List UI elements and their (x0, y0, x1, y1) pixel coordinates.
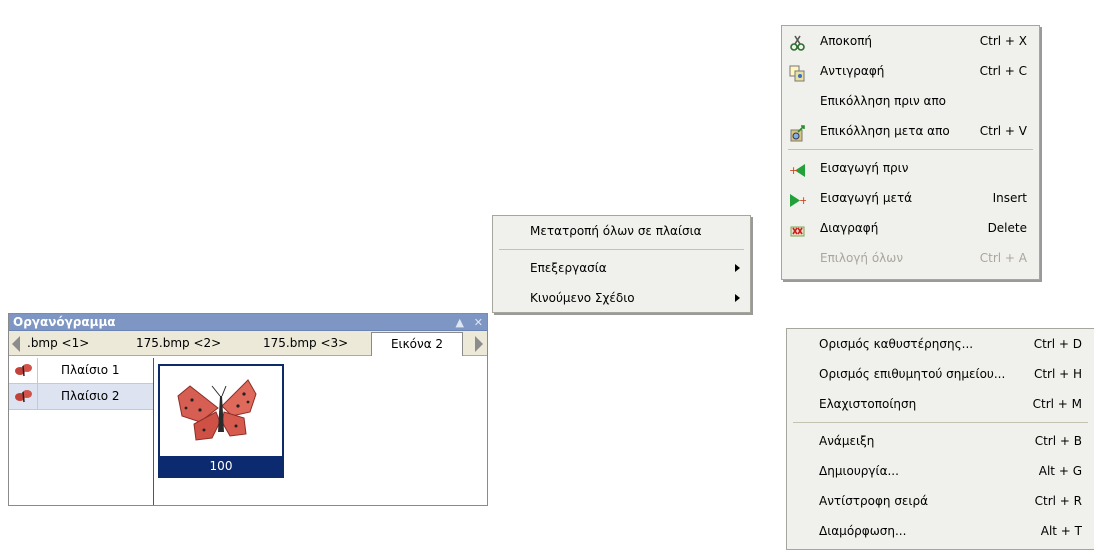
menu-item-blend[interactable]: Ανάμειξη Ctrl + B (787, 426, 1094, 456)
menu-separator (499, 249, 744, 250)
menu-item-label: Επεξεργασία (530, 261, 607, 275)
menu-item-label: Επικόλληση μετα απο (820, 124, 950, 138)
menu-item-select-all[interactable]: Επιλογή όλων Ctrl + A (782, 243, 1039, 273)
edit-context-menu: Αποκοπή Ctrl + X Αντιγραφή Ctrl + C Επικ… (781, 25, 1040, 280)
menu-item-label: Αποκοπή (820, 34, 873, 48)
menu-item-label: Εισαγωγή μετά (820, 191, 913, 205)
menu-item-create[interactable]: Δημιουργία... Alt + G (787, 456, 1094, 486)
menu-item-label: Επικόλληση πριν απο (820, 94, 947, 108)
scissors-icon (789, 33, 806, 51)
menu-item-label: Μετατροπή όλων σε πλαίσια (530, 224, 702, 238)
menu-item-minimize[interactable]: Ελαχιστοποίηση Ctrl + M (787, 389, 1094, 419)
menu-item-shortcut: Delete (987, 221, 1027, 235)
collapse-icon[interactable]: ▲ (455, 316, 463, 329)
menu-item-configure[interactable]: Διαμόρφωση... Alt + T (787, 516, 1094, 546)
frame-tabbar: .bmp <1> 175.bmp <2> 175.bmp <3> Εικόνα … (9, 331, 487, 356)
delete-icon (789, 220, 806, 237)
menu-item-label: Δημιουργία... (819, 464, 899, 478)
paste-after-icon (789, 123, 806, 142)
menu-item-label: Εισαγωγή πριν (820, 161, 909, 175)
insert-before-icon: + (789, 160, 806, 177)
menu-item-label: Κινούμενο Σχέδιο (530, 291, 635, 305)
svg-text:+: + (799, 194, 806, 207)
close-icon[interactable]: ✕ (474, 316, 483, 329)
menu-item-reverse-order[interactable]: Αντίστροφη σειρά Ctrl + R (787, 486, 1094, 516)
panel-title: Οργανόγραμμα (13, 315, 116, 329)
scroll-right-icon[interactable] (475, 336, 483, 352)
frame-preview[interactable]: 100 (158, 364, 284, 478)
frames-list: Πλαίσιο 1 Πλαίσιο 2 (9, 358, 154, 505)
menu-item-shortcut: Alt + G (1038, 464, 1082, 478)
menu-item-shortcut: Alt + T (1040, 524, 1082, 538)
insert-after-icon: + (789, 190, 808, 207)
menu-item-label: Επιλογή όλων (820, 251, 904, 265)
menu-item-shortcut: Ctrl + A (979, 251, 1027, 265)
frame-row-1[interactable]: Πλαίσιο 1 (9, 358, 153, 384)
submenu-arrow-icon (735, 264, 740, 272)
menu-item-shortcut: Insert (992, 191, 1027, 205)
menu-item-paste-before[interactable]: Επικόλληση πριν απο (782, 86, 1039, 116)
menu-item-cut[interactable]: Αποκοπή Ctrl + X (782, 26, 1039, 56)
menu-item-delete[interactable]: Διαγραφή Delete (782, 213, 1039, 243)
menu-item-label: Ελαχιστοποίηση (819, 397, 917, 411)
copy-icon (789, 63, 806, 82)
menu-item-set-delay[interactable]: Ορισμός καθυστέρησης... Ctrl + D (787, 329, 1094, 359)
menu-item-shortcut: Ctrl + X (979, 34, 1027, 48)
menu-item-label: Ορισμός καθυστέρησης... (819, 337, 974, 351)
menu-item-label: Διαμόρφωση... (819, 524, 907, 538)
menu-item-shortcut: Ctrl + B (1034, 434, 1082, 448)
menu-item-label: Ορισμός επιθυμητού σημείου... (819, 367, 1006, 381)
frame-row-2[interactable]: Πλαίσιο 2 (9, 384, 153, 410)
butterfly-thumbnail-icon (9, 358, 38, 383)
menu-item-insert-after[interactable]: + Εισαγωγή μετά Insert (782, 183, 1039, 213)
butterfly-image (177, 379, 257, 441)
menu-separator (788, 149, 1033, 150)
tab-4-active[interactable]: Εικόνα 2 (371, 332, 463, 356)
menu-separator (793, 422, 1088, 423)
menu-item-set-target-point[interactable]: Ορισμός επιθυμητού σημείου... Ctrl + H (787, 359, 1094, 389)
menu-item-copy[interactable]: Αντιγραφή Ctrl + C (782, 56, 1039, 86)
submenu-arrow-icon (735, 294, 740, 302)
menu-item-shortcut: Ctrl + D (1033, 337, 1082, 351)
frame-number: 100 (160, 456, 282, 476)
menu-item-insert-before[interactable]: + Εισαγωγή πριν (782, 153, 1039, 183)
frame-label: Πλαίσιο 1 (61, 363, 120, 377)
menu-item-shortcut: Ctrl + H (1033, 367, 1082, 381)
menu-item-label: Αντίστροφη σειρά (819, 494, 929, 508)
menu-item-convert-all-to-frames[interactable]: Μετατροπή όλων σε πλαίσια (493, 216, 750, 246)
menu-item-label: Αντιγραφή (820, 64, 885, 78)
svg-text:+: + (789, 164, 798, 177)
scroll-left-icon[interactable] (12, 336, 20, 352)
menu-item-animation[interactable]: Κινούμενο Σχέδιο (493, 283, 750, 313)
menu-item-paste-after[interactable]: Επικόλληση μετα απο Ctrl + V (782, 116, 1039, 146)
menu-item-label: Ανάμειξη (819, 434, 875, 448)
organigram-panel: Οργανόγραμμα ▲ ✕ .bmp <1> 175.bmp <2> 17… (8, 313, 488, 506)
menu-item-shortcut: Ctrl + V (979, 124, 1027, 138)
tab-3[interactable]: 175.bmp <3> (263, 331, 348, 356)
frame-label: Πλαίσιο 2 (61, 389, 120, 403)
convert-context-menu: Μετατροπή όλων σε πλαίσια Επεξεργασία Κι… (492, 215, 751, 313)
menu-item-shortcut: Ctrl + R (1034, 494, 1082, 508)
menu-item-label: Διαγραφή (820, 221, 879, 235)
menu-item-edit[interactable]: Επεξεργασία (493, 253, 750, 283)
butterfly-thumbnail-icon (9, 384, 38, 409)
menu-item-shortcut: Ctrl + M (1032, 397, 1082, 411)
tab-1[interactable]: .bmp <1> (27, 331, 89, 356)
animation-context-menu: Ορισμός καθυστέρησης... Ctrl + D Ορισμός… (786, 328, 1094, 550)
menu-item-shortcut: Ctrl + C (979, 64, 1027, 78)
tab-2[interactable]: 175.bmp <2> (136, 331, 221, 356)
panel-title-bar: Οργανόγραμμα ▲ ✕ (9, 314, 487, 331)
